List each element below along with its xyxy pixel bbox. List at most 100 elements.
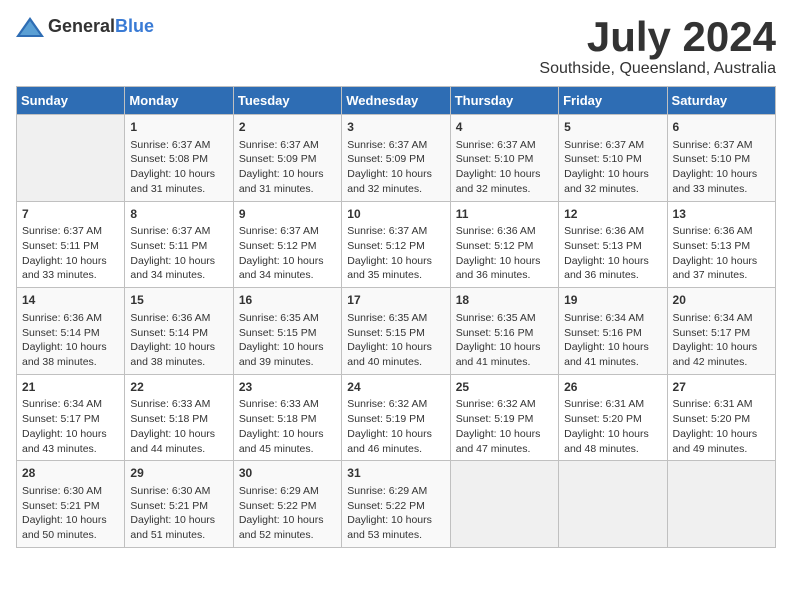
calendar-cell: 22Sunrise: 6:33 AM Sunset: 5:18 PM Dayli… xyxy=(125,374,233,461)
location: Southside, Queensland, Australia xyxy=(539,60,776,78)
calendar-cell: 19 Sunrise: 6:34 AM Sunset: 5:16 PM Dayli… xyxy=(559,288,667,375)
calendar-cell: 2 Sunrise: 6:37 AM Sunset: 5:09 PM Daylig… xyxy=(233,115,341,202)
day-number: 12 xyxy=(564,206,661,223)
cell-info: Sunrise: 6:37 AM Sunset: 5:10 PM Dayligh… xyxy=(673,138,770,197)
cell-info: Sunrise: 6:37 AM Sunset: 5:10 PM Dayligh… xyxy=(456,138,553,197)
day-number: 9 xyxy=(239,206,336,223)
calendar-cell: 10Sunrise: 6:37 AM Sunset: 5:12 PM Dayli… xyxy=(342,201,450,288)
calendar-cell: 8Sunrise: 6:37 AM Sunset: 5:11 PM Daylig… xyxy=(125,201,233,288)
day-number: 13 xyxy=(673,206,770,223)
calendar-cell: 1Sunrise: 6:37 AM Sunset: 5:08 PM Daylig… xyxy=(125,115,233,202)
calendar-cell xyxy=(667,461,775,548)
cell-info: Sunrise: 6:32 AM Sunset: 5:19 PM Dayligh… xyxy=(456,397,553,456)
header-wednesday: Wednesday xyxy=(342,87,450,115)
calendar-week-row: 14 Sunrise: 6:36 AM Sunset: 5:14 PM Dayli… xyxy=(17,288,776,375)
calendar-cell: 7Sunrise: 6:37 AM Sunset: 5:11 PM Daylig… xyxy=(17,201,125,288)
calendar-cell: 15Sunrise: 6:36 AM Sunset: 5:14 PM Dayli… xyxy=(125,288,233,375)
day-number: 8 xyxy=(130,206,227,223)
day-number: 7 xyxy=(22,206,119,223)
day-number: 4 xyxy=(456,119,553,136)
cell-info: Sunrise: 6:34 AM Sunset: 5:17 PM Dayligh… xyxy=(22,397,119,456)
header-sunday: Sunday xyxy=(17,87,125,115)
calendar-cell: 17 Sunrise: 6:35 AM Sunset: 5:15 PM Dayli… xyxy=(342,288,450,375)
cell-info: Sunrise: 6:36 AM Sunset: 5:13 PM Dayligh… xyxy=(564,224,661,283)
cell-info: Sunrise: 6:37 AM Sunset: 5:10 PM Dayligh… xyxy=(564,138,661,197)
calendar-cell: 13Sunrise: 6:36 AM Sunset: 5:13 PM Dayli… xyxy=(667,201,775,288)
cell-info: Sunrise: 6:33 AM Sunset: 5:18 PM Dayligh… xyxy=(130,397,227,456)
day-number: 19 xyxy=(564,292,661,309)
header-monday: Monday xyxy=(125,87,233,115)
cell-info: Sunrise: 6:35 AM Sunset: 5:15 PM Dayligh… xyxy=(347,311,444,370)
day-number: 20 xyxy=(673,292,770,309)
calendar-cell: 20 Sunrise: 6:34 AM Sunset: 5:17 PM Dayli… xyxy=(667,288,775,375)
day-number: 24 xyxy=(347,379,444,396)
calendar-cell: 6 Sunrise: 6:37 AM Sunset: 5:10 PM Daylig… xyxy=(667,115,775,202)
logo: General Blue xyxy=(16,16,154,37)
calendar-week-row: 7Sunrise: 6:37 AM Sunset: 5:11 PM Daylig… xyxy=(17,201,776,288)
day-number: 2 xyxy=(239,119,336,136)
calendar-cell: 18Sunrise: 6:35 AM Sunset: 5:16 PM Dayli… xyxy=(450,288,558,375)
cell-info: Sunrise: 6:33 AM Sunset: 5:18 PM Dayligh… xyxy=(239,397,336,456)
day-number: 17 xyxy=(347,292,444,309)
calendar-cell: 28Sunrise: 6:30 AM Sunset: 5:21 PM Dayli… xyxy=(17,461,125,548)
day-number: 21 xyxy=(22,379,119,396)
cell-info: Sunrise: 6:34 AM Sunset: 5:16 PM Dayligh… xyxy=(564,311,661,370)
cell-info: Sunrise: 6:34 AM Sunset: 5:17 PM Dayligh… xyxy=(673,311,770,370)
day-number: 30 xyxy=(239,465,336,482)
calendar-cell: 29 Sunrise: 6:30 AM Sunset: 5:21 PM Dayli… xyxy=(125,461,233,548)
day-number: 11 xyxy=(456,206,553,223)
calendar-cell: 31 Sunrise: 6:29 AM Sunset: 5:22 PM Dayli… xyxy=(342,461,450,548)
calendar-table: SundayMondayTuesdayWednesdayThursdayFrid… xyxy=(16,86,776,548)
cell-info: Sunrise: 6:37 AM Sunset: 5:09 PM Dayligh… xyxy=(239,138,336,197)
calendar-cell: 9Sunrise: 6:37 AM Sunset: 5:12 PM Daylig… xyxy=(233,201,341,288)
header-thursday: Thursday xyxy=(450,87,558,115)
calendar-week-row: 21Sunrise: 6:34 AM Sunset: 5:17 PM Dayli… xyxy=(17,374,776,461)
day-number: 26 xyxy=(564,379,661,396)
cell-info: Sunrise: 6:29 AM Sunset: 5:22 PM Dayligh… xyxy=(347,484,444,543)
cell-info: Sunrise: 6:36 AM Sunset: 5:14 PM Dayligh… xyxy=(22,311,119,370)
calendar-cell: 24Sunrise: 6:32 AM Sunset: 5:19 PM Dayli… xyxy=(342,374,450,461)
header-tuesday: Tuesday xyxy=(233,87,341,115)
header-friday: Friday xyxy=(559,87,667,115)
cell-info: Sunrise: 6:35 AM Sunset: 5:15 PM Dayligh… xyxy=(239,311,336,370)
day-number: 31 xyxy=(347,465,444,482)
logo-general: General xyxy=(48,16,115,37)
cell-info: Sunrise: 6:37 AM Sunset: 5:12 PM Dayligh… xyxy=(239,224,336,283)
calendar-cell: 21Sunrise: 6:34 AM Sunset: 5:17 PM Dayli… xyxy=(17,374,125,461)
calendar-week-row: 1Sunrise: 6:37 AM Sunset: 5:08 PM Daylig… xyxy=(17,115,776,202)
day-number: 28 xyxy=(22,465,119,482)
header-saturday: Saturday xyxy=(667,87,775,115)
calendar-cell: 3Sunrise: 6:37 AM Sunset: 5:09 PM Daylig… xyxy=(342,115,450,202)
cell-info: Sunrise: 6:35 AM Sunset: 5:16 PM Dayligh… xyxy=(456,311,553,370)
cell-info: Sunrise: 6:31 AM Sunset: 5:20 PM Dayligh… xyxy=(673,397,770,456)
cell-info: Sunrise: 6:36 AM Sunset: 5:12 PM Dayligh… xyxy=(456,224,553,283)
logo-icon xyxy=(16,17,44,37)
day-number: 27 xyxy=(673,379,770,396)
month-year: July 2024 xyxy=(539,16,776,58)
day-number: 23 xyxy=(239,379,336,396)
calendar-cell: 12Sunrise: 6:36 AM Sunset: 5:13 PM Dayli… xyxy=(559,201,667,288)
day-number: 6 xyxy=(673,119,770,136)
calendar-cell xyxy=(450,461,558,548)
cell-info: Sunrise: 6:31 AM Sunset: 5:20 PM Dayligh… xyxy=(564,397,661,456)
day-number: 22 xyxy=(130,379,227,396)
cell-info: Sunrise: 6:29 AM Sunset: 5:22 PM Dayligh… xyxy=(239,484,336,543)
calendar-cell: 14 Sunrise: 6:36 AM Sunset: 5:14 PM Dayli… xyxy=(17,288,125,375)
calendar-cell: 26Sunrise: 6:31 AM Sunset: 5:20 PM Dayli… xyxy=(559,374,667,461)
day-number: 29 xyxy=(130,465,227,482)
day-number: 14 xyxy=(22,292,119,309)
calendar-cell: 4 Sunrise: 6:37 AM Sunset: 5:10 PM Daylig… xyxy=(450,115,558,202)
calendar-cell: 30 Sunrise: 6:29 AM Sunset: 5:22 PM Dayli… xyxy=(233,461,341,548)
day-number: 5 xyxy=(564,119,661,136)
calendar-cell: 25Sunrise: 6:32 AM Sunset: 5:19 PM Dayli… xyxy=(450,374,558,461)
calendar-cell xyxy=(559,461,667,548)
header: General Blue July 2024 Southside, Queens… xyxy=(16,16,776,78)
calendar-cell xyxy=(17,115,125,202)
cell-info: Sunrise: 6:30 AM Sunset: 5:21 PM Dayligh… xyxy=(130,484,227,543)
calendar-cell: 23Sunrise: 6:33 AM Sunset: 5:18 PM Dayli… xyxy=(233,374,341,461)
cell-info: Sunrise: 6:37 AM Sunset: 5:09 PM Dayligh… xyxy=(347,138,444,197)
calendar-cell: 5 Sunrise: 6:37 AM Sunset: 5:10 PM Daylig… xyxy=(559,115,667,202)
day-number: 25 xyxy=(456,379,553,396)
day-number: 10 xyxy=(347,206,444,223)
calendar-header-row: SundayMondayTuesdayWednesdayThursdayFrid… xyxy=(17,87,776,115)
